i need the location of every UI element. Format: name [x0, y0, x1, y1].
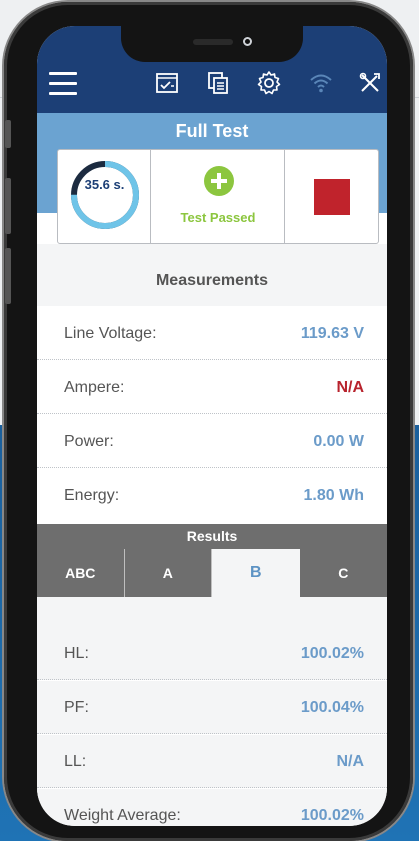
- measurement-value: 0.00 W: [313, 433, 364, 450]
- wifi-icon[interactable]: [308, 70, 334, 96]
- notch: [121, 26, 303, 62]
- stop-button[interactable]: [285, 150, 378, 243]
- measurements-title: Measurements: [155, 272, 269, 289]
- tab-b[interactable]: B: [212, 549, 300, 597]
- result-label: LL:: [64, 753, 87, 770]
- result-value: 100.02%: [300, 807, 364, 824]
- results-spacer: [37, 597, 387, 627]
- phase-tabs: ABC A B C: [37, 549, 387, 597]
- result-label: HL:: [64, 645, 89, 662]
- measurement-row: Energy: 1.80 Wh: [37, 469, 387, 522]
- page-title: Full Test: [175, 121, 249, 141]
- tools-icon[interactable]: [357, 70, 383, 96]
- result-value: N/A: [336, 753, 364, 770]
- phone-frame: Full Test 35.6 s. Test Passed Measuremen…: [4, 2, 413, 841]
- measurement-value: N/A: [336, 379, 364, 396]
- tab-c[interactable]: C: [299, 549, 387, 597]
- measurement-row: Line Voltage: 119.63 V: [37, 307, 387, 360]
- result-label: Weight Average:: [64, 807, 181, 824]
- settings-icon[interactable]: [256, 70, 282, 96]
- result-row: LL: N/A: [37, 735, 387, 788]
- speaker: [193, 39, 233, 45]
- tab-a[interactable]: A: [124, 549, 212, 597]
- test-status: Test Passed: [180, 210, 256, 225]
- timer-card: 35.6 s.: [58, 150, 151, 243]
- menu-icon[interactable]: [49, 72, 77, 96]
- result-value: 100.02%: [300, 645, 364, 662]
- progress-ring: [71, 161, 139, 229]
- camera: [243, 37, 252, 46]
- result-value: 100.04%: [300, 699, 364, 716]
- tab-abc[interactable]: ABC: [37, 549, 125, 597]
- measurement-row: Power: 0.00 W: [37, 415, 387, 468]
- result-row: HL: 100.02%: [37, 627, 387, 680]
- measurement-label: Ampere:: [64, 379, 125, 396]
- measurement-row: Ampere: N/A: [37, 361, 387, 414]
- result-label: PF:: [64, 699, 89, 716]
- phone-screen: Full Test 35.6 s. Test Passed Measuremen…: [37, 26, 387, 826]
- results-title: Results: [37, 524, 387, 549]
- volume-down-button: [5, 248, 11, 304]
- mute-switch: [5, 120, 11, 148]
- result-row: Weight Average: 100.02%: [37, 789, 387, 826]
- measurement-label: Energy:: [64, 487, 120, 504]
- stop-icon: [314, 179, 350, 215]
- test-controls-panel: 35.6 s. Test Passed: [57, 149, 379, 244]
- measurement-label: Line Voltage:: [64, 325, 157, 342]
- result-row: PF: 100.04%: [37, 681, 387, 734]
- copy-icon[interactable]: [205, 70, 231, 96]
- measurement-value: 119.63 V: [300, 325, 364, 342]
- volume-up-button: [5, 178, 11, 234]
- plus-icon: [204, 166, 234, 196]
- test-icon[interactable]: [154, 70, 180, 96]
- measurement-label: Power:: [64, 433, 114, 450]
- measurement-value: 1.80 Wh: [303, 487, 364, 504]
- status-card[interactable]: Test Passed: [151, 150, 285, 243]
- elapsed-time: 35.6 s.: [84, 177, 125, 192]
